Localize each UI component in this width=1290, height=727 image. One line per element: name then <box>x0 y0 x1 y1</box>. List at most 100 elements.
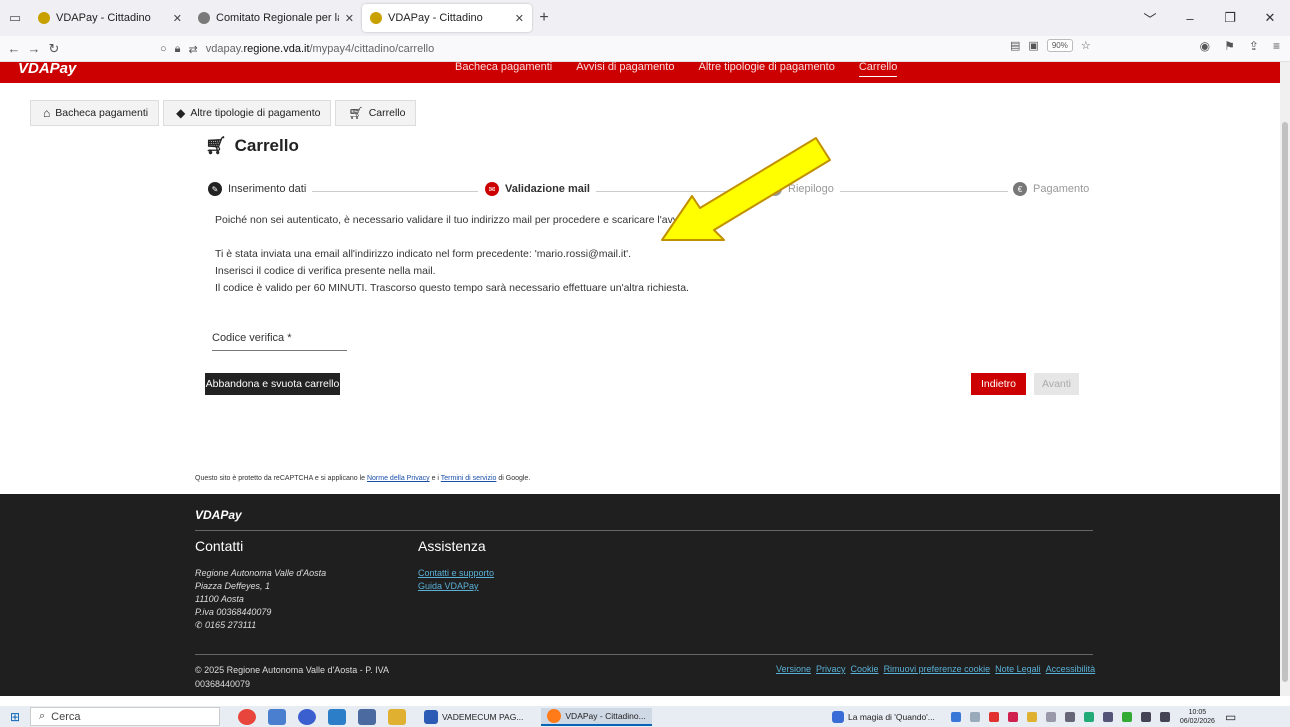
tray-icon[interactable] <box>1121 712 1132 722</box>
tab-list-icon[interactable]: ▭ <box>0 0 30 36</box>
screenshot-icon[interactable]: ▣ <box>1028 39 1038 52</box>
network-icon[interactable] <box>1140 712 1151 722</box>
step-validazione-mail: ✉ Validazione mail <box>485 182 596 196</box>
new-tab-button[interactable]: + <box>532 9 556 27</box>
close-tab-icon[interactable]: ✕ <box>515 12 524 25</box>
footer-address: Regione Autonoma Valle d'Aosta Piazza De… <box>195 567 326 632</box>
back-button[interactable]: Indietro <box>971 373 1026 395</box>
tab-dropdown-icon[interactable]: ﹀ <box>1130 9 1170 28</box>
privacy-policy-link[interactable]: Norme della Privacy <box>367 475 430 482</box>
verification-code-field[interactable]: Codice verifica * <box>212 332 347 351</box>
annotation-arrow <box>661 137 831 241</box>
chrome-icon[interactable] <box>238 709 256 725</box>
zoom-badge[interactable]: 90% <box>1046 39 1073 52</box>
site-logo[interactable]: VDAPay <box>18 62 76 76</box>
tray-icon[interactable] <box>988 712 999 722</box>
page-viewport: VDAPay Bacheca pagamenti Avvisi di pagam… <box>0 62 1280 696</box>
share-icon[interactable]: ⇪ <box>1249 39 1259 53</box>
site-footer: VDAPay Contatti Assistenza Regione Auton… <box>0 494 1280 696</box>
browser-tab-2[interactable]: Comitato Regionale per la Gesti ✕ <box>190 4 362 32</box>
taskbar-firefox-task[interactable]: VDAPay - Cittadino... <box>541 708 652 726</box>
breadcrumb-altre-tipologie[interactable]: ◆ Altre tipologie di pagamento <box>163 100 332 126</box>
footer-logo: VDAPay <box>195 508 242 522</box>
tray-icon[interactable] <box>1007 712 1018 722</box>
lock-icon[interactable]: 🔒︎ <box>175 43 181 56</box>
nav-altre-tipologie[interactable]: Altre tipologie di pagamento <box>698 62 834 77</box>
version-link[interactable]: Versione <box>776 664 811 674</box>
guide-link[interactable]: Guida VDAPay <box>418 580 494 593</box>
footer-divider <box>195 530 1093 531</box>
email-sent-message: Ti è stata inviata una email all'indiriz… <box>215 248 632 260</box>
tray-icon[interactable] <box>950 712 961 722</box>
zoom-app-icon[interactable] <box>298 709 316 725</box>
taskbar-tray: La magia di 'Quando'... 10:05 06/02/2026… <box>826 708 1236 726</box>
insert-code-message: Inserisci il codice di verifica presente… <box>215 265 436 277</box>
file-explorer-icon[interactable] <box>388 709 406 725</box>
tray-icons <box>950 712 1170 722</box>
contact-support-link[interactable]: Contatti e supporto <box>418 567 494 580</box>
breadcrumb-bacheca[interactable]: ⌂ Bacheca pagamenti <box>30 100 160 126</box>
account-icon[interactable]: ◉ <box>1200 39 1210 53</box>
permissions-icon[interactable]: ⇄ <box>189 43 198 56</box>
accessibility-link[interactable]: Accessibilità <box>1046 664 1096 674</box>
restore-button[interactable]: ❐ <box>1210 10 1250 26</box>
firefox-icon <box>547 709 562 723</box>
legal-notes-link[interactable]: Note Legali <box>995 664 1041 674</box>
nav-avvisi[interactable]: Avvisi di pagamento <box>576 62 674 77</box>
page-title: 🛒︎ Carrello <box>205 136 299 156</box>
wifi-icon[interactable] <box>1102 712 1113 722</box>
tray-icon[interactable] <box>1026 712 1037 722</box>
page-scrollbar[interactable] <box>1280 62 1290 696</box>
notifications-icon[interactable]: ▭ <box>1225 710 1236 724</box>
app-icon[interactable] <box>268 709 286 725</box>
tray-icon[interactable] <box>1083 712 1094 722</box>
abandon-cart-button[interactable]: Abbandona e svuota carrello <box>205 373 340 395</box>
next-button-disabled[interactable]: Avanti <box>1034 373 1079 395</box>
menu-icon[interactable]: ≡ <box>1273 39 1280 53</box>
privacy-link[interactable]: Privacy <box>816 664 846 674</box>
close-window-button[interactable]: ✕ <box>1250 10 1290 26</box>
taskbar-search[interactable]: ⌕ Cerca <box>30 707 220 726</box>
nav-carrello[interactable]: Carrello <box>858 62 898 77</box>
forward-arrow-icon[interactable]: → <box>24 41 44 56</box>
volume-icon[interactable] <box>1159 712 1170 722</box>
breadcrumb-carrello[interactable]: 🛒︎ Carrello <box>335 100 417 126</box>
extension-icon[interactable]: ⚑ <box>1224 39 1235 53</box>
bookmark-star-icon[interactable]: ☆ <box>1081 39 1091 52</box>
tray-icon[interactable] <box>1045 712 1056 722</box>
address-line: Regione Autonoma Valle d'Aosta <box>195 568 327 578</box>
tray-icon[interactable] <box>1064 712 1075 722</box>
media-widget[interactable]: La magia di 'Quando'... <box>826 708 941 726</box>
tray-icon[interactable] <box>969 712 980 722</box>
windows-start-icon[interactable]: ⊞ <box>0 710 30 724</box>
footer-copyright: © 2025 Regione Autonoma Valle d'Aosta - … <box>195 665 389 689</box>
reader-view-icon[interactable]: ▤ <box>1010 39 1020 52</box>
tab-title: VDAPay - Cittadino <box>388 12 483 24</box>
window-controls: ﹀ – ❐ ✕ <box>1130 0 1290 36</box>
reload-icon[interactable]: ↻ <box>44 41 64 57</box>
scrollbar-thumb[interactable] <box>1282 122 1288 682</box>
close-tab-icon[interactable]: ✕ <box>345 12 354 25</box>
browser-tab-3-active[interactable]: VDAPay - Cittadino ✕ <box>362 4 532 32</box>
app-icon[interactable] <box>328 709 346 725</box>
shield-icon[interactable]: ○ <box>160 43 167 55</box>
calculator-icon[interactable] <box>358 709 376 725</box>
favicon-icon <box>370 12 382 24</box>
code-validity-message: Il codice è valido per 60 MINUTI. Trasco… <box>215 282 689 294</box>
remove-cookie-prefs-link[interactable]: Rimuovi preferenze cookie <box>884 664 991 674</box>
back-arrow-icon[interactable]: ← <box>4 41 24 56</box>
step-connector <box>298 191 478 192</box>
taskbar-word-task[interactable]: VADEMECUM PAG... <box>418 708 529 726</box>
browser-tab-1[interactable]: VDAPay - Cittadino ✕ <box>30 4 190 32</box>
nav-bacheca[interactable]: Bacheca pagamenti <box>455 62 552 77</box>
footer-assist-title: Assistenza <box>418 538 486 554</box>
minimize-button[interactable]: – <box>1170 11 1210 26</box>
url-bar[interactable]: ○ 🔒︎ ⇄ vdapay. regione.vda.it/mypay4/citt… <box>160 38 990 60</box>
tab-title: VDAPay - Cittadino <box>56 12 151 24</box>
breadcrumb: ⌂ Bacheca pagamenti ◆ Altre tipologie di… <box>30 100 420 126</box>
cookie-link[interactable]: Cookie <box>851 664 879 674</box>
browser-navbar: ← → ↻ ○ 🔒︎ ⇄ vdapay. regione.vda.it/mypay… <box>0 36 1290 62</box>
taskbar-clock[interactable]: 10:05 06/02/2026 <box>1180 708 1215 726</box>
terms-link[interactable]: Termini di servizio <box>441 475 497 482</box>
close-tab-icon[interactable]: ✕ <box>173 12 182 25</box>
